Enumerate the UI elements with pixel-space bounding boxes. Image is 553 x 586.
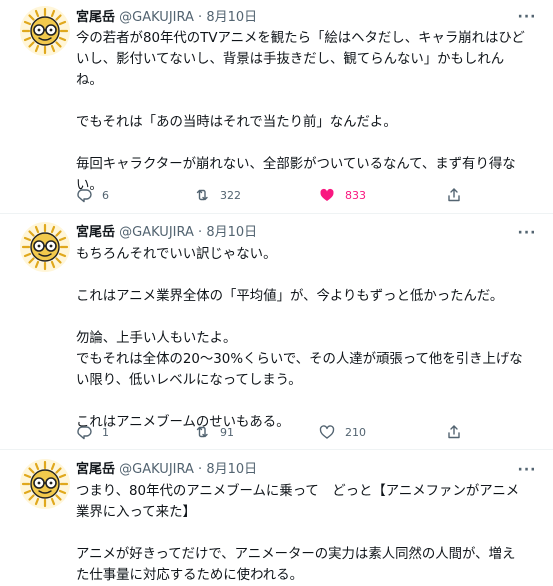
separator-dot: ·	[198, 10, 203, 25]
reply-icon	[77, 426, 92, 440]
tweet-actions: 1 91 210	[76, 423, 476, 441]
like-button[interactable]: 833	[319, 186, 366, 204]
reply-button[interactable]: 6	[76, 186, 109, 204]
more-horizontal-icon[interactable]: ···	[517, 10, 537, 26]
retweet-count: 91	[220, 425, 234, 439]
tweet-actions: 6 322 833	[76, 186, 476, 204]
share-icon	[448, 425, 460, 439]
tweet[interactable]: 宮尾岳 @GAKUJIRA · 8月10日 ··· もちろんそれでいい訳じゃない…	[0, 214, 553, 450]
like-button[interactable]: 210	[319, 423, 366, 441]
more-horizontal-icon[interactable]: ···	[517, 226, 537, 242]
reply-count: 6	[102, 188, 109, 202]
like-count: 210	[345, 425, 366, 439]
tweet[interactable]: 宮尾岳 @GAKUJIRA · 8月10日 ··· つまり、80年代のアニメブー…	[0, 450, 553, 583]
display-name[interactable]: 宮尾岳	[76, 10, 115, 25]
handle[interactable]: @GAKUJIRA	[119, 225, 194, 240]
retweet-button[interactable]: 91	[194, 423, 234, 441]
avatar[interactable]	[20, 459, 70, 509]
avatar[interactable]	[20, 222, 70, 272]
handle[interactable]: @GAKUJIRA	[119, 10, 194, 25]
separator-dot: ·	[198, 225, 203, 240]
heart-icon	[320, 188, 334, 201]
reply-icon	[77, 189, 92, 203]
tweet-text: もちろんそれでいい訳じゃない。 これはアニメ業界全体の「平均値」が、今よりもずっ…	[76, 247, 523, 430]
more-horizontal-icon[interactable]: ···	[517, 463, 537, 479]
tweet-text: つまり、80年代のアニメブームに乗って どっと【アニメファンがアニメ 業界に入っ…	[76, 484, 520, 583]
reply-count: 1	[102, 425, 109, 439]
timestamp[interactable]: 8月10日	[206, 225, 257, 240]
tweet-header: 宮尾岳 @GAKUJIRA · 8月10日	[76, 9, 257, 26]
timestamp[interactable]: 8月10日	[206, 10, 257, 25]
share-button[interactable]	[446, 186, 472, 204]
timestamp[interactable]: 8月10日	[206, 462, 257, 477]
display-name[interactable]: 宮尾岳	[76, 462, 115, 477]
reply-button[interactable]: 1	[76, 423, 109, 441]
display-name[interactable]: 宮尾岳	[76, 225, 115, 240]
tweet-header: 宮尾岳 @GAKUJIRA · 8月10日	[76, 461, 257, 478]
retweet-count: 322	[220, 188, 241, 202]
retweet-button[interactable]: 322	[194, 186, 241, 204]
share-icon	[448, 188, 460, 202]
tweet[interactable]: 宮尾岳 @GAKUJIRA · 8月10日 ··· 今の若者が80年代のTVアニ…	[0, 0, 553, 214]
heart-icon	[319, 425, 335, 439]
tweet-text: 今の若者が80年代のTVアニメを観たら「絵はヘタだし、キャラ崩れはひど いし、影…	[76, 31, 525, 193]
retweet-icon	[196, 189, 208, 201]
avatar[interactable]	[20, 6, 70, 56]
handle[interactable]: @GAKUJIRA	[119, 462, 194, 477]
like-count: 833	[345, 188, 366, 202]
tweet-header: 宮尾岳 @GAKUJIRA · 8月10日	[76, 224, 257, 241]
separator-dot: ·	[198, 462, 203, 477]
share-button[interactable]	[446, 423, 472, 441]
retweet-icon	[196, 426, 208, 438]
